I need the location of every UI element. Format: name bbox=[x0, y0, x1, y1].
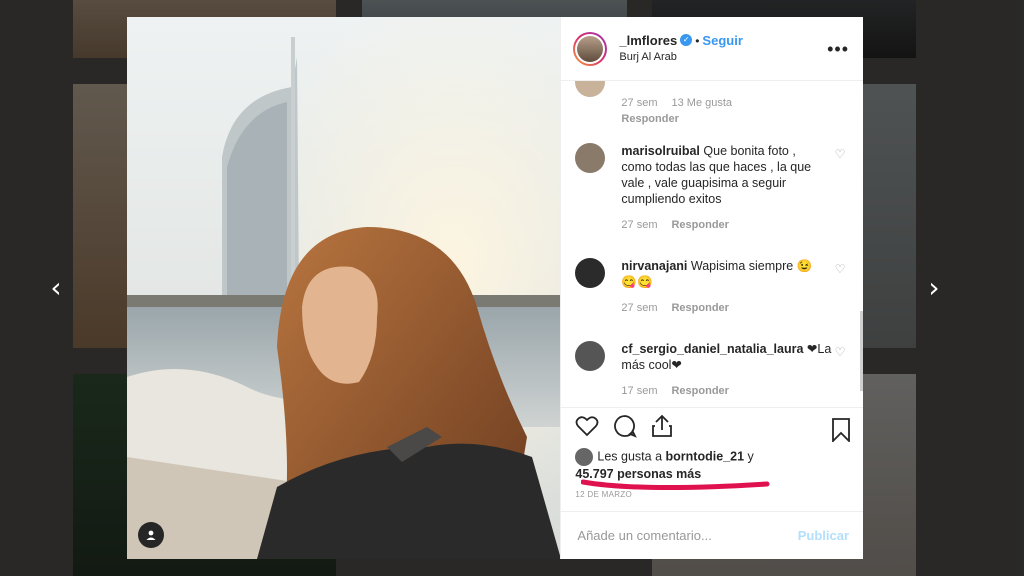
liker-username[interactable]: borntodie_21 bbox=[666, 449, 745, 463]
highlight-underline bbox=[581, 479, 770, 491]
comment-input[interactable] bbox=[575, 527, 798, 544]
heart-icon[interactable] bbox=[575, 415, 599, 442]
avatar[interactable] bbox=[575, 341, 606, 371]
comment-item: marisolruibal Que bonita foto , como tod… bbox=[575, 143, 845, 231]
more-options-icon[interactable]: ••• bbox=[827, 39, 849, 60]
comment-username[interactable]: marisolruibal bbox=[621, 144, 700, 158]
story-ring[interactable] bbox=[573, 31, 608, 66]
likes-summary: Les gusta a borntodie_21 y 45.797 person… bbox=[561, 448, 863, 491]
bookmark-icon[interactable] bbox=[831, 418, 851, 447]
photo-illustration bbox=[127, 17, 561, 559]
verified-badge-icon: ✓ bbox=[680, 34, 693, 47]
comments-scrollbar[interactable] bbox=[860, 311, 863, 391]
avatar[interactable] bbox=[575, 448, 594, 466]
post-sidebar: _lmflores ✓ • Seguir Burj Al Arab ••• 27 se… bbox=[560, 17, 863, 559]
comment-time[interactable]: 17 sem bbox=[621, 385, 657, 397]
reply-button[interactable]: Responder bbox=[671, 302, 728, 314]
chevron-right-icon[interactable]: › bbox=[922, 272, 946, 304]
comment-likes[interactable]: 13 Me gusta bbox=[671, 97, 732, 109]
comment-username[interactable]: nirvanajani bbox=[621, 259, 687, 273]
post-username[interactable]: _lmflores bbox=[619, 33, 677, 48]
reply-button[interactable]: Responder bbox=[671, 385, 728, 397]
avatar[interactable] bbox=[577, 35, 604, 62]
heart-icon[interactable]: ♡ bbox=[835, 262, 846, 276]
post-actions bbox=[561, 407, 863, 448]
comment-username[interactable]: cf_sergio_daniel_natalia_laura bbox=[621, 342, 803, 356]
user-tag-icon[interactable] bbox=[138, 522, 164, 548]
separator-dot: • bbox=[695, 33, 700, 48]
comments-list: 27 sem 13 Me gusta Responder marisolruiba… bbox=[561, 81, 863, 407]
comment-time[interactable]: 27 sem bbox=[621, 219, 657, 231]
comment-icon[interactable] bbox=[613, 414, 638, 443]
likes-prefix: Les gusta a bbox=[597, 449, 663, 464]
post-photo[interactable] bbox=[127, 17, 561, 559]
post-header: _lmflores ✓ • Seguir Burj Al Arab ••• bbox=[561, 17, 863, 81]
heart-icon[interactable]: ♡ bbox=[835, 147, 846, 161]
follow-button[interactable]: Seguir bbox=[702, 33, 742, 48]
add-comment-bar: Publicar bbox=[561, 511, 863, 559]
avatar[interactable] bbox=[575, 258, 606, 288]
avatar[interactable] bbox=[575, 81, 606, 97]
comment-time[interactable]: 27 sem bbox=[621, 97, 657, 109]
post-location[interactable]: Burj Al Arab bbox=[619, 50, 742, 64]
comment-time[interactable]: 27 sem bbox=[621, 302, 657, 314]
reply-button[interactable]: Responder bbox=[621, 113, 845, 125]
reply-button[interactable]: Responder bbox=[671, 219, 728, 231]
comment-item: 27 sem 13 Me gusta Responder bbox=[575, 81, 845, 125]
publish-button[interactable]: Publicar bbox=[798, 528, 849, 543]
share-icon[interactable] bbox=[651, 414, 673, 443]
post-modal: _lmflores ✓ • Seguir Burj Al Arab ••• 27 se… bbox=[127, 17, 863, 559]
chevron-left-icon[interactable]: ‹ bbox=[44, 272, 68, 304]
avatar[interactable] bbox=[575, 143, 606, 173]
comment-item: cf_sergio_daniel_natalia_laura ❤La más c… bbox=[575, 341, 845, 397]
comment-item: nirvanajani Wapisima siempre 😉😋😋 ♡ 27 se… bbox=[575, 258, 845, 314]
likes-joiner: y bbox=[747, 449, 754, 464]
heart-icon[interactable]: ♡ bbox=[835, 345, 846, 359]
